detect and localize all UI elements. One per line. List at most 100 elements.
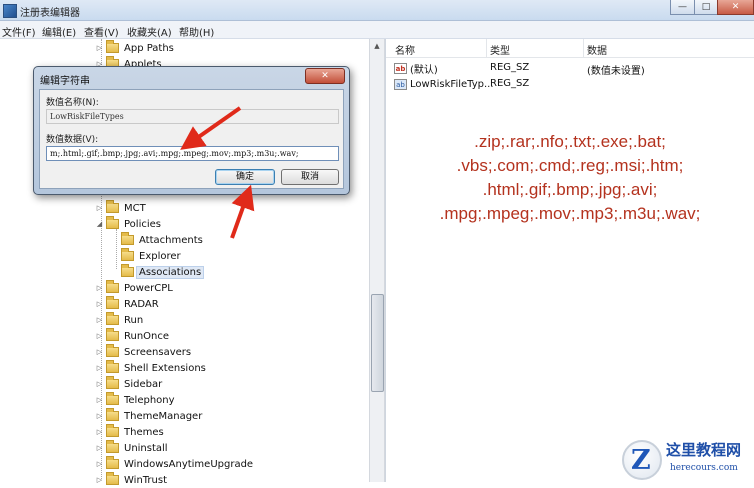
- close-button[interactable]: ✕: [717, 0, 754, 15]
- tree-scrollbar[interactable]: ▲: [369, 39, 385, 482]
- cancel-button[interactable]: 取消: [281, 169, 339, 185]
- minimize-button[interactable]: —: [670, 0, 695, 15]
- tree-item[interactable]: ▷ WinTrust: [95, 472, 167, 488]
- folder-icon: [106, 376, 119, 389]
- menu-favorites[interactable]: 收藏夹(A): [127, 24, 172, 39]
- menu-view[interactable]: 查看(V): [84, 24, 119, 39]
- folder-icon: [106, 344, 119, 357]
- folder-open-icon: [121, 264, 134, 277]
- tree-item-label: Sidebar: [124, 378, 163, 390]
- dialog-body: 数值名称(N): LowRiskFileTypes 数值数据(V): m;.ht…: [39, 89, 344, 189]
- value-data-input[interactable]: m;.html;.gif;.bmp;.jpg;.avi;.mpg;.mpeg;.…: [46, 146, 339, 161]
- tree-item-label: Screensavers: [124, 346, 192, 358]
- tree-item-label: RADAR: [124, 298, 159, 310]
- expand-arrow-icon[interactable]: ▷: [95, 428, 104, 436]
- tree-item[interactable]: ▷ Shell Extensions: [95, 360, 206, 376]
- value-data-label: 数值数据(V):: [46, 135, 99, 145]
- tree-item[interactable]: ▷ Telephony: [95, 392, 175, 408]
- tree-item-policies[interactable]: ◢ Policies: [95, 216, 161, 232]
- expand-arrow-icon[interactable]: ▷: [95, 444, 104, 452]
- tree-item-label: WinTrust: [124, 474, 168, 486]
- tree-item-label: Explorer: [139, 250, 181, 262]
- tree-item-label: Associations: [136, 265, 205, 279]
- menu-edit[interactable]: 编辑(E): [42, 24, 76, 39]
- folder-icon: [106, 200, 119, 213]
- tree-item-label: WindowsAnytimeUpgrade: [124, 458, 254, 470]
- tree-item-label: PowerCPL: [124, 282, 173, 294]
- expand-arrow-icon[interactable]: ▷: [95, 316, 104, 324]
- tree-item-associations[interactable]: Associations: [110, 264, 205, 280]
- tree-item[interactable]: Attachments: [110, 232, 203, 248]
- menu-help[interactable]: 帮助(H): [179, 24, 214, 39]
- tree-item[interactable]: ▷ Themes: [95, 424, 164, 440]
- title-bar: 注册表编辑器 — □ ✕: [0, 0, 754, 21]
- column-divider[interactable]: [583, 39, 584, 57]
- collapse-arrow-icon[interactable]: ◢: [95, 220, 104, 228]
- expand-arrow-icon[interactable]: ▷: [95, 476, 104, 484]
- tree-item[interactable]: ▷ Screensavers: [95, 344, 191, 360]
- extensions-annotation: .zip;.rar;.nfo;.txt;.exe;.bat; .vbs;.com…: [390, 130, 750, 226]
- value-type: REG_SZ: [490, 78, 530, 89]
- logo-chinese-text: 这里教程网: [666, 441, 742, 459]
- expand-arrow-icon[interactable]: ▷: [95, 300, 104, 308]
- value-data: (数值未设置): [587, 66, 645, 77]
- annotation-line: .vbs;.com;.cmd;.reg;.msi;.htm;: [456, 156, 684, 175]
- tree-item[interactable]: ▷ PowerCPL: [95, 280, 173, 296]
- folder-icon: [106, 456, 119, 469]
- column-header-name[interactable]: 名称: [395, 42, 415, 57]
- folder-icon: [106, 360, 119, 373]
- value-row-lowriskfiletypes[interactable]: ab LowRiskFileTyp...: [394, 76, 494, 92]
- values-list[interactable]: 名称 类型 数据 ab (默认) REG_SZ (数值未设置) ab LowRi…: [385, 39, 754, 482]
- edit-string-dialog: 编辑字符串 ✕ 数值名称(N): LowRiskFileTypes 数值数据(V…: [33, 66, 350, 195]
- window-title: 注册表编辑器: [20, 8, 80, 19]
- tree-item-label: Uninstall: [124, 442, 168, 454]
- annotation-line: .html;.gif;.bmp;.jpg;.avi;: [482, 180, 658, 199]
- scroll-up-arrow-icon[interactable]: ▲: [370, 39, 384, 53]
- menu-file[interactable]: 文件(F): [2, 24, 36, 39]
- folder-icon: [106, 440, 119, 453]
- tree-item[interactable]: ▷ RADAR: [95, 296, 159, 312]
- folder-icon: [106, 408, 119, 421]
- folder-icon: [121, 248, 134, 261]
- value-name: LowRiskFileTyp...: [410, 78, 494, 90]
- expand-arrow-icon[interactable]: ▷: [95, 412, 104, 420]
- expand-arrow-icon[interactable]: ▷: [95, 44, 104, 52]
- dialog-close-button[interactable]: ✕: [305, 68, 345, 84]
- tree-item[interactable]: ▷ MCT: [95, 200, 146, 216]
- tree-item[interactable]: ▷ Sidebar: [95, 376, 162, 392]
- maximize-button[interactable]: □: [694, 0, 718, 15]
- folder-icon: [121, 232, 134, 245]
- expand-arrow-icon[interactable]: ▷: [95, 348, 104, 356]
- tree-item[interactable]: Explorer: [110, 248, 181, 264]
- expand-arrow-icon[interactable]: ▷: [95, 364, 104, 372]
- expand-arrow-icon[interactable]: ▷: [95, 396, 104, 404]
- column-header-data[interactable]: 数据: [587, 42, 607, 57]
- folder-icon: [106, 392, 119, 405]
- expand-arrow-icon[interactable]: ▷: [95, 460, 104, 468]
- tree-item[interactable]: ▷ ThemeManager: [95, 408, 202, 424]
- column-header-type[interactable]: 类型: [490, 42, 510, 57]
- column-divider[interactable]: [486, 39, 487, 57]
- folder-icon: [106, 216, 119, 229]
- regedit-app-icon: [3, 4, 17, 18]
- expand-arrow-icon[interactable]: ▷: [95, 204, 104, 212]
- scrollbar-thumb[interactable]: [371, 294, 384, 392]
- tree-item-label: Run: [124, 314, 144, 326]
- tree-item[interactable]: ▷ WindowsAnytimeUpgrade: [95, 456, 253, 472]
- expand-arrow-icon[interactable]: ▷: [95, 284, 104, 292]
- ok-button[interactable]: 确定: [215, 169, 275, 185]
- folder-icon: [106, 472, 119, 485]
- folder-icon: [106, 424, 119, 437]
- tree-item[interactable]: ▷ Uninstall: [95, 440, 168, 456]
- menu-bar: 文件(F) 编辑(E) 查看(V) 收藏夹(A) 帮助(H): [0, 21, 754, 39]
- expand-arrow-icon[interactable]: ▷: [95, 332, 104, 340]
- value-row-default[interactable]: ab (默认): [394, 60, 438, 76]
- tree-item[interactable]: ▷ App Paths: [95, 40, 174, 56]
- value-name: (默认): [410, 64, 438, 76]
- tree-item-label: ThemeManager: [124, 410, 203, 422]
- tree-item-label: RunOnce: [124, 330, 170, 342]
- folder-icon: [106, 328, 119, 341]
- tree-item[interactable]: ▷ RunOnce: [95, 328, 169, 344]
- tree-item[interactable]: ▷ Run: [95, 312, 143, 328]
- expand-arrow-icon[interactable]: ▷: [95, 380, 104, 388]
